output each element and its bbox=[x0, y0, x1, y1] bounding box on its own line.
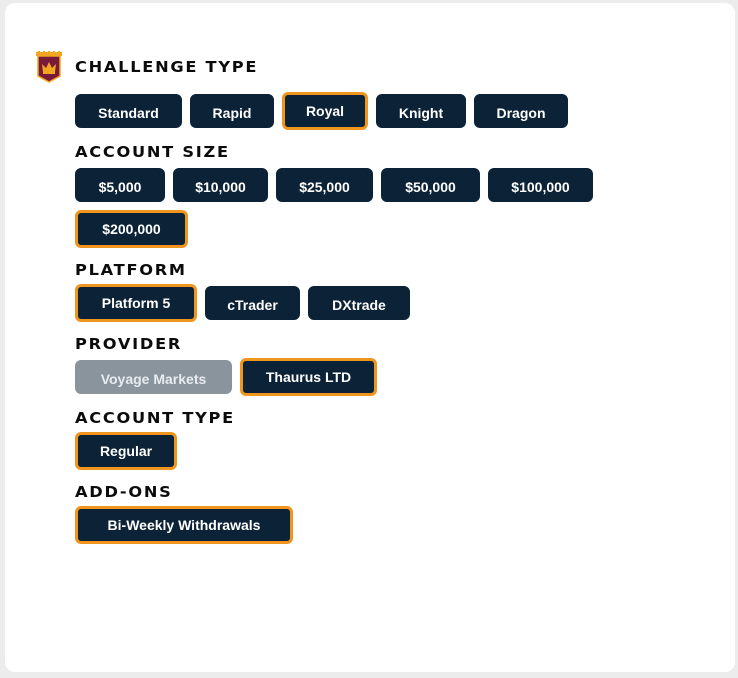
account-size-title: ACCOUNT SIZE bbox=[75, 143, 230, 161]
option-regular[interactable]: Regular bbox=[75, 432, 177, 470]
platform-options: Platform 5 cTrader DXtrade bbox=[75, 284, 715, 322]
platform-title: PLATFORM bbox=[75, 261, 187, 279]
challenge-type-header: CHALLENGE TYPE bbox=[35, 50, 675, 84]
section-account-type: ACCOUNT TYPE Regular bbox=[75, 408, 715, 470]
option-25000[interactable]: $25,000 bbox=[276, 168, 373, 202]
provider-options: Voyage Markets Thaurus LTD bbox=[75, 358, 715, 396]
option-thaurus-ltd[interactable]: Thaurus LTD bbox=[240, 358, 377, 396]
option-ctrader[interactable]: cTrader bbox=[205, 286, 300, 320]
account-type-title: ACCOUNT TYPE bbox=[75, 409, 235, 427]
option-knight[interactable]: Knight bbox=[376, 94, 466, 128]
option-standard[interactable]: Standard bbox=[75, 94, 182, 128]
provider-title: PROVIDER bbox=[75, 335, 183, 353]
option-50000[interactable]: $50,000 bbox=[381, 168, 480, 202]
configuration-card: CHALLENGE TYPE Standard Rapid Royal Knig… bbox=[5, 3, 735, 672]
section-challenge-type: CHALLENGE TYPE Standard Rapid Royal Knig… bbox=[36, 50, 715, 130]
option-platform-5[interactable]: Platform 5 bbox=[75, 284, 197, 322]
crown-banner-icon bbox=[35, 50, 63, 84]
challenge-type-options: Standard Rapid Royal Knight Dragon bbox=[75, 92, 715, 130]
add-ons-title: ADD-ONS bbox=[75, 483, 173, 501]
option-royal[interactable]: Royal bbox=[282, 92, 368, 130]
option-100000[interactable]: $100,000 bbox=[488, 168, 593, 202]
section-platform: PLATFORM Platform 5 cTrader DXtrade bbox=[75, 260, 715, 322]
option-dragon[interactable]: Dragon bbox=[474, 94, 568, 128]
challenge-type-title: CHALLENGE TYPE bbox=[75, 58, 259, 76]
account-size-options: $5,000 $10,000 $25,000 $50,000 $100,000 … bbox=[75, 168, 605, 248]
account-type-options: Regular bbox=[75, 432, 715, 470]
option-200000[interactable]: $200,000 bbox=[75, 210, 188, 248]
section-provider: PROVIDER Voyage Markets Thaurus LTD bbox=[75, 334, 715, 396]
add-ons-options: Bi-Weekly Withdrawals bbox=[75, 506, 715, 544]
option-rapid[interactable]: Rapid bbox=[190, 94, 274, 128]
option-voyage-markets[interactable]: Voyage Markets bbox=[75, 360, 232, 394]
option-5000[interactable]: $5,000 bbox=[75, 168, 165, 202]
section-account-size: ACCOUNT SIZE $5,000 $10,000 $25,000 $50,… bbox=[75, 142, 715, 248]
configuration-content: CHALLENGE TYPE Standard Rapid Royal Knig… bbox=[36, 50, 715, 556]
section-add-ons: ADD-ONS Bi-Weekly Withdrawals bbox=[75, 482, 715, 544]
option-dxtrade[interactable]: DXtrade bbox=[308, 286, 410, 320]
option-bi-weekly-withdrawals[interactable]: Bi-Weekly Withdrawals bbox=[75, 506, 293, 544]
option-10000[interactable]: $10,000 bbox=[173, 168, 268, 202]
